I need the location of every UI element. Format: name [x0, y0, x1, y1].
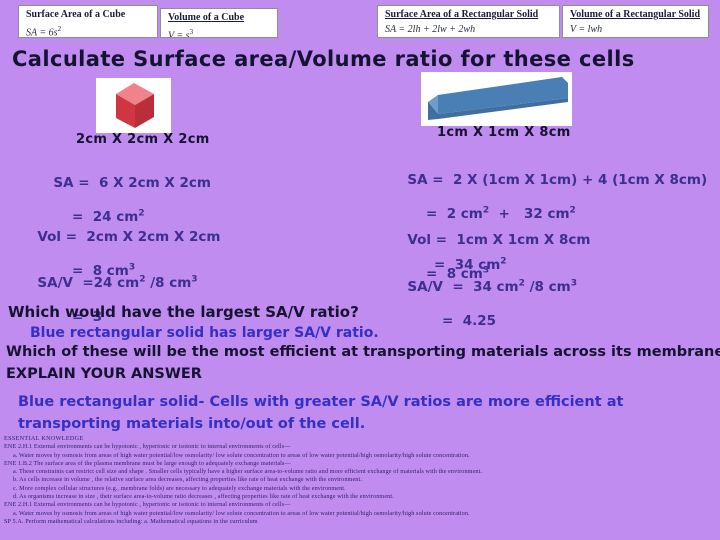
rect-sav-ratio-calculation: SA/V = 34 cm2 /8 cm3 = 4.25	[398, 262, 577, 347]
rect-sav-line-1: SA/V = 34 cm2 /8 cm3	[407, 278, 577, 295]
cube-image	[96, 78, 171, 133]
essential-knowledge-line: d. As organisms increase in size , their…	[13, 493, 394, 501]
essential-knowledge-line: b. As cells increase in volume , the rel…	[13, 476, 362, 484]
essential-knowledge-line: c. More complex cellular structures (e.g…	[13, 484, 346, 492]
question-largest-ratio: Which would have the largest SA/V ratio?	[8, 303, 359, 321]
cube-sav-line-1: SA/V =24 cm2 /8 cm3	[37, 274, 198, 291]
answer-largest-ratio: Blue rectangular solid has larger SA/V r…	[30, 325, 379, 341]
question-most-efficient: Which of these will be the most efficien…	[6, 344, 720, 360]
formula-box-volume-cube: Volume of a Cube V = s3	[160, 8, 278, 38]
formula-title: Surface Area of a Cube	[26, 9, 126, 20]
formula-equation-exponent: 2	[57, 25, 62, 33]
formula-title: Volume of a Rectangular Solid	[570, 9, 701, 20]
formula-equation-text: V = s	[168, 30, 190, 38]
essential-knowledge-block: ESSENTIAL KNOWLEDGE ENE 2.H.1 External e…	[4, 435, 716, 538]
cube-dimension-caption: 2cm X 2cm X 2cm	[76, 132, 210, 147]
essential-knowledge-line: a. Water moves by osmosis from areas of …	[13, 509, 470, 517]
rect-dimension-caption: 1cm X 1cm X 8cm	[437, 125, 571, 140]
page-title: Calculate Surface area/Volume ratio for …	[12, 47, 635, 71]
formula-title: Volume of a Cube	[168, 12, 245, 23]
formula-boxes-strip: Surface Area of a Cube SA = 6s2 Volume o…	[0, 0, 720, 42]
formula-equation-text: SA = 6s	[26, 27, 58, 38]
essential-knowledge-line: ENE 2.H.1 External environments can be h…	[4, 501, 291, 509]
cube-graphic	[116, 83, 154, 128]
formula-box-surface-area-cube: Surface Area of a Cube SA = 6s2	[18, 5, 158, 38]
formula-equation: V = s3	[168, 26, 272, 38]
rect-sa-line-1: SA = 2 X (1cm X 1cm) + 4 (1cm X 8cm)	[407, 172, 708, 188]
formula-box-volume-rectangular-solid: Volume of a Rectangular Solid V = lwh	[562, 5, 709, 38]
essential-knowledge-line: ENE 2.H.1 External environments can be h…	[4, 443, 291, 451]
rect-sav-line-2: = 4.25	[442, 313, 497, 329]
cube-vol-line-1: Vol = 2cm X 2cm X 2cm	[37, 229, 221, 245]
answer-explanation: Blue rectangular solid- Cells with great…	[18, 394, 624, 432]
formula-equation: SA = 6s2	[26, 23, 152, 38]
rectangular-solid-image	[421, 72, 572, 126]
rectangular-solid-graphic	[428, 77, 568, 120]
formula-equation: SA = 2lh + 2lw + 2wh	[385, 23, 554, 36]
formula-equation-text: SA = 2lh + 2lw + 2wh	[385, 24, 476, 35]
explain-your-answer-prompt: EXPLAIN YOUR ANSWER	[6, 366, 202, 382]
essential-knowledge-line: a. Water moves by osmosis from areas of …	[13, 451, 470, 459]
essential-knowledge-line: SP 5.A. Perform mathematical calculation…	[4, 517, 258, 525]
rect-vol-line-1: Vol = 1cm X 1cm X 8cm	[407, 232, 591, 248]
essential-knowledge-lines: ENE 2.H.1 External environments can be h…	[4, 443, 716, 526]
essential-knowledge-heading: ESSENTIAL KNOWLEDGE	[4, 435, 84, 442]
cube-sa-line-1: SA = 6 X 2cm X 2cm	[53, 175, 211, 191]
essential-knowledge-line: ENE 1.B.2 The surface area of the plasma…	[4, 459, 291, 467]
formula-title: Surface Area of a Rectangular Solid	[385, 9, 539, 20]
formula-box-surface-area-rectangular-solid: Surface Area of a Rectangular Solid SA =…	[377, 5, 560, 38]
essential-knowledge-line: a. These constraints can restrict cell s…	[13, 468, 483, 476]
formula-equation-text: V = lwh	[570, 24, 603, 35]
formula-equation: V = lwh	[570, 23, 703, 36]
formula-equation-exponent: 3	[189, 28, 194, 36]
